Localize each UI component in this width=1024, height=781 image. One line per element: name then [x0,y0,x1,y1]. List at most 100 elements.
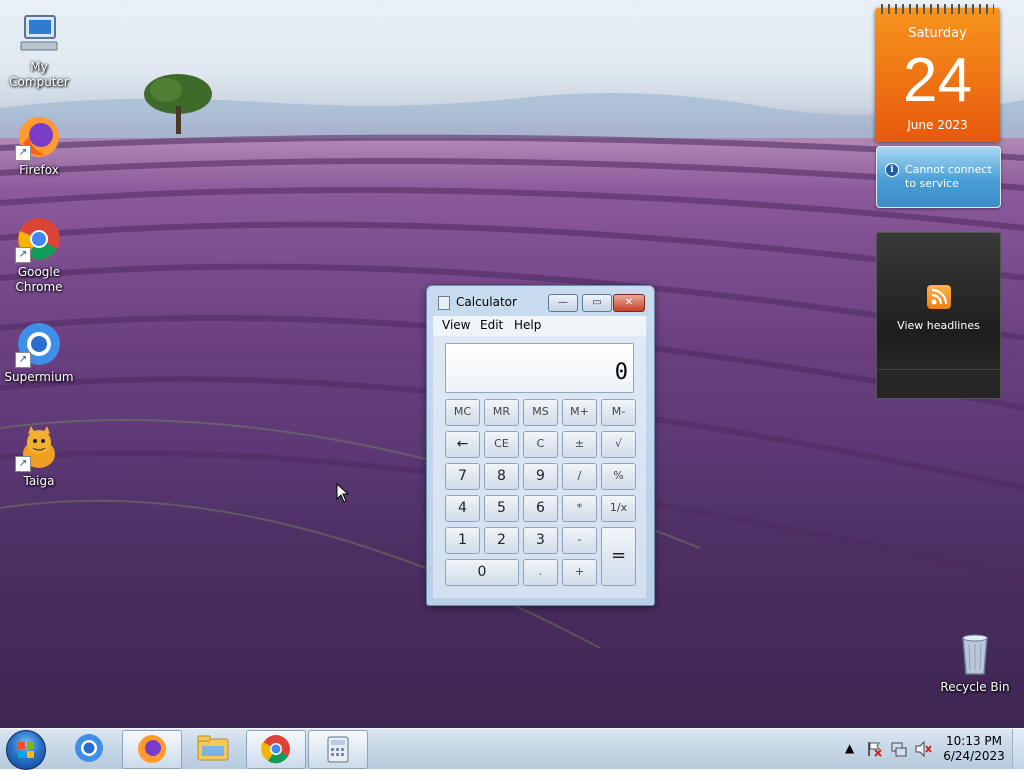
digit-0-button[interactable]: 0 [445,559,519,586]
digit-4-button[interactable]: 4 [445,495,480,522]
menu-help[interactable]: Help [514,318,541,332]
digit-6-button[interactable]: 6 [523,495,558,522]
feed-headlines-gadget[interactable]: View headlines [876,232,1001,399]
shortcut-arrow-icon: ↗ [15,352,31,368]
network-icon[interactable] [890,740,908,780]
desktop-icon-recycle-bin[interactable]: Recycle Bin [936,630,1014,695]
desktop-icon-label: Taiga [23,474,55,488]
digit-3-button[interactable]: 3 [523,527,558,554]
desktop-icon-taiga[interactable]: ↗ Taiga [0,424,78,489]
calendar-gadget[interactable]: Saturday 24 June 2023 [875,4,1000,142]
rss-feed-icon [927,285,951,309]
digit-7-button[interactable]: 7 [445,463,480,490]
windows-logo-icon [18,742,34,758]
volume-muted-icon[interactable] [914,740,932,780]
reciprocal-button[interactable]: 1/x [601,495,636,522]
add-button[interactable]: + [562,559,597,586]
digit-1-button[interactable]: 1 [445,527,480,554]
window-title: Calculator [456,295,517,309]
multiply-button[interactable]: * [562,495,597,522]
taskbar-calculator[interactable] [308,730,368,769]
clear-entry-button[interactable]: CE [484,431,519,458]
taskbar-supermium[interactable] [60,730,118,767]
calculator-icon [327,736,349,763]
digit-2-button[interactable]: 2 [484,527,519,554]
percent-button[interactable]: % [601,463,636,490]
view-headlines-link[interactable]: View headlines [877,319,1000,332]
memory-store-button[interactable]: MS [523,399,558,426]
subtract-button[interactable]: - [562,527,597,554]
info-icon: i [885,163,899,177]
wallpaper-tree [144,74,212,134]
weather-message: Cannot connect to service [905,163,992,190]
taskbar-clock[interactable]: 10:13 PM 6/24/2023 [940,734,1008,764]
calendar-day: Saturday [908,26,967,41]
firefox-icon: ↗ [15,113,63,161]
desktop-icon-label: Google Chrome [15,265,63,294]
desktop-icon-firefox[interactable]: ↗ Firefox [0,113,78,178]
desktop-icon-supermium[interactable]: ↗ Supermium [0,320,78,385]
calculator-titlebar[interactable]: Calculator — ▭ ✕ [427,286,654,316]
shortcut-arrow-icon: ↗ [15,247,31,263]
chrome-icon: ↗ [15,215,63,263]
calculator-window: Calculator — ▭ ✕ View Edit Help 0 MC MR … [426,285,655,606]
start-button[interactable] [6,730,46,770]
taiga-icon: ↗ [15,424,63,472]
desktop-icon-label: Recycle Bin [940,680,1010,694]
show-hidden-icons-arrow[interactable]: ▲ [845,741,854,781]
shortcut-arrow-icon: ↗ [15,456,31,472]
shortcut-arrow-icon: ↗ [15,145,31,161]
supermium-icon: ↗ [15,320,63,368]
decimal-button[interactable]: . [523,559,558,586]
firefox-icon [138,735,166,763]
desktop-icon-label: Supermium [4,370,74,384]
square-root-button[interactable]: √ [601,431,636,458]
menu-view[interactable]: View [442,318,470,332]
desktop-icon-google-chrome[interactable]: ↗ Google Chrome [0,215,78,295]
calculator-body: 0 MC MR MS M+ M- ← CE C ± √ 7 8 9 / % 4 … [433,336,646,598]
desktop-icon-label: Firefox [19,163,59,177]
menu-edit[interactable]: Edit [480,318,503,332]
calculator-app-icon [438,296,450,310]
digit-9-button[interactable]: 9 [523,463,558,490]
memory-recall-button[interactable]: MR [484,399,519,426]
mouse-cursor-icon [336,483,350,503]
equals-button[interactable]: = [601,527,636,586]
taskbar-firefox[interactable] [122,730,182,769]
clock-date: 6/24/2023 [943,749,1005,763]
calendar-month: June 2023 [907,118,968,132]
negate-button[interactable]: ± [562,431,597,458]
calculator-display: 0 [445,343,634,393]
desktop-icon-my-computer[interactable]: My Computer [0,10,78,90]
calculator-menubar: View Edit Help [433,316,646,336]
supermium-icon [75,734,103,762]
desktop-icon-label: My Computer [9,60,69,89]
computer-icon [15,10,63,58]
file-explorer-icon [197,735,229,761]
memory-add-button[interactable]: M+ [562,399,597,426]
show-desktop-button[interactable] [1012,729,1024,769]
display-value: 0 [614,360,628,385]
desktop: My Computer ↗ Firefox ↗ Google Chrome ↗ … [0,0,1024,728]
weather-gadget[interactable]: i Cannot connect to service [876,146,1001,208]
close-button[interactable]: ✕ [613,294,645,312]
taskbar: ▲ 10:13 PM 6/24/2023 [0,728,1024,770]
calendar-date: 24 [903,46,972,115]
maximize-button[interactable]: ▭ [582,294,612,312]
backspace-button[interactable]: ← [445,431,480,458]
taskbar-file-explorer[interactable] [184,730,242,767]
action-center-flag-icon[interactable] [866,740,884,780]
taskbar-google-chrome[interactable] [246,730,306,769]
memory-subtract-button[interactable]: M- [601,399,636,426]
feed-gadget-footer [877,369,1000,398]
digit-5-button[interactable]: 5 [484,495,519,522]
chrome-icon [261,735,290,764]
clock-time: 10:13 PM [946,734,1002,748]
calendar-rings [881,4,994,14]
digit-8-button[interactable]: 8 [484,463,519,490]
recycle-bin-icon [951,630,999,678]
clear-button[interactable]: C [523,431,558,458]
memory-clear-button[interactable]: MC [445,399,480,426]
divide-button[interactable]: / [562,463,597,490]
minimize-button[interactable]: — [548,294,578,312]
